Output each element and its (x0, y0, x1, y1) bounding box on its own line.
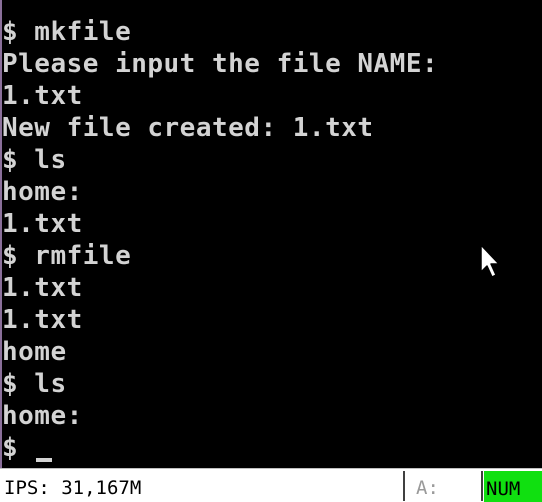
ips-readout: IPS: 31,167M (4, 477, 142, 499)
terminal-line: 1.txt (2, 305, 83, 335)
drive-indicator: A: (416, 477, 439, 499)
terminal-line: 1.txt (2, 81, 83, 111)
status-bar: IPS: 31,167M A: NUM (0, 468, 542, 502)
num-lock-indicator: NUM (484, 471, 542, 502)
terminal-screen[interactable]: $ mkfile Please input the file NAME: 1.t… (2, 16, 540, 468)
emulator-window: $ mkfile Please input the file NAME: 1.t… (0, 0, 542, 502)
terminal-line: Please input the file NAME: (2, 49, 439, 79)
terminal-line: $ ls (2, 145, 67, 175)
terminal-line: home: (2, 401, 83, 431)
mouse-pointer-icon (480, 244, 500, 278)
terminal-line: home (2, 337, 67, 367)
terminal-line: $ rmfile (2, 241, 132, 271)
terminal-line: $ mkfile (2, 17, 132, 47)
text-cursor (36, 458, 53, 462)
terminal-prompt-line[interactable]: $ (2, 432, 540, 464)
terminal-line: 1.txt (2, 273, 83, 303)
terminal-line: $ ls (2, 369, 67, 399)
status-divider (403, 471, 405, 501)
terminal-line: home: (2, 177, 83, 207)
terminal-prompt: $ (2, 433, 19, 463)
status-divider (481, 471, 483, 501)
terminal-line: 1.txt (2, 209, 83, 239)
terminal-line: New file created: 1.txt (2, 113, 374, 143)
